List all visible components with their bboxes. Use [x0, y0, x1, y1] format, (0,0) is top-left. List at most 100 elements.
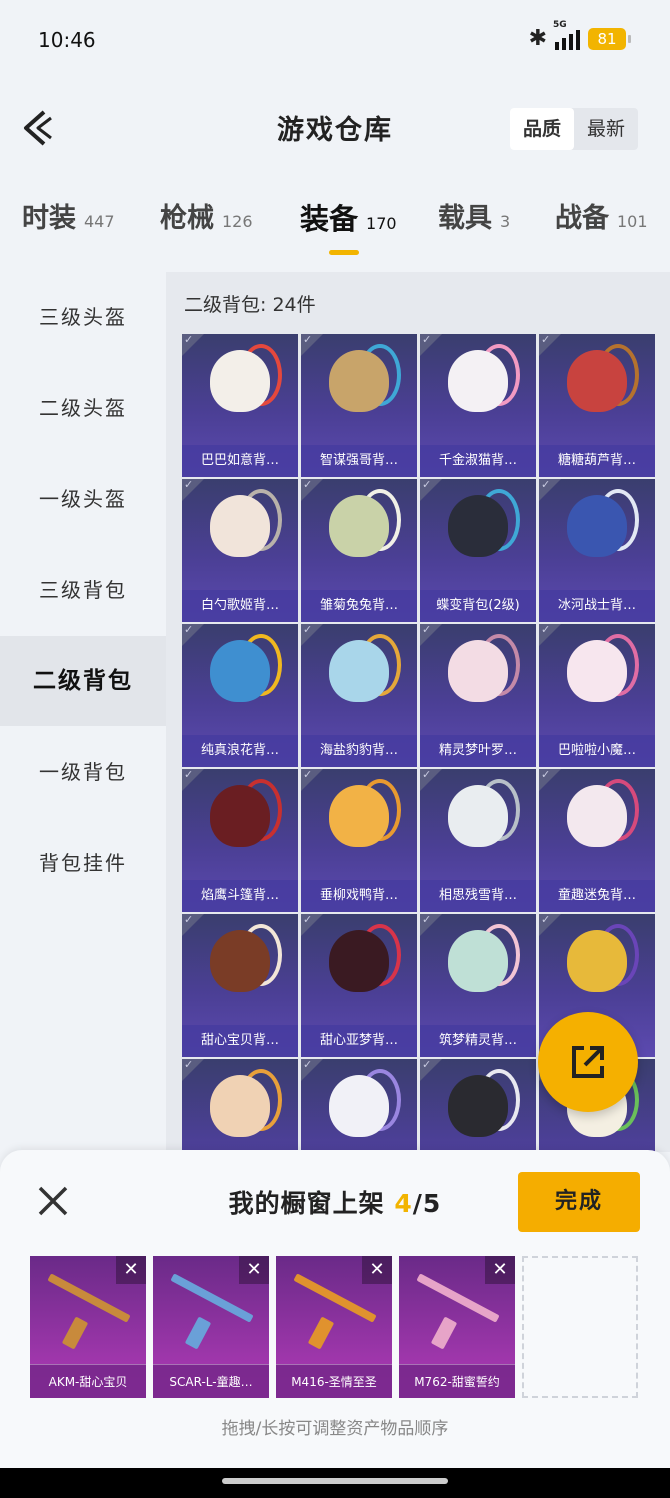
backpack-image [329, 495, 389, 557]
sidebar-item-level1-backpack[interactable]: 一级背包 [0, 727, 166, 817]
backpack-image [329, 785, 389, 847]
reorder-hint: 拖拽/长按可调整资产物品顺序 [221, 1419, 449, 1439]
sidebar-item-level3-helmet[interactable]: 三级头盔 [0, 272, 166, 362]
item-card[interactable]: 千金淑猫背… [420, 334, 536, 477]
item-card[interactable]: 糖糖葫芦背… [539, 334, 655, 477]
backpack-image [329, 1075, 389, 1137]
item-card[interactable]: 垂柳戏鸭背… [301, 769, 417, 912]
remove-icon[interactable]: ✕ [116, 1256, 146, 1284]
item-card[interactable] [301, 1059, 417, 1152]
check-corner-icon [539, 769, 561, 791]
backpack-image [448, 640, 508, 702]
item-card[interactable]: 纯真浪花背… [182, 624, 298, 767]
backpack-image [567, 930, 627, 992]
showcase-slot[interactable]: ✕ M762-甜蜜誓约 [399, 1256, 515, 1398]
done-button[interactable]: 完成 [518, 1172, 640, 1232]
check-corner-icon [182, 914, 204, 936]
item-name: 精灵梦叶罗… [420, 735, 536, 767]
item-name: 海盐豹豹背… [301, 735, 417, 767]
tab-count: 170 [366, 214, 397, 233]
item-card[interactable] [182, 1059, 298, 1152]
share-button[interactable] [538, 1012, 638, 1112]
item-card[interactable]: 焰鹰斗篷背… [182, 769, 298, 912]
active-tab-indicator [329, 250, 359, 255]
remove-icon[interactable]: ✕ [362, 1256, 392, 1284]
item-name: 甜心宝贝背… [182, 1025, 298, 1057]
sidebar-item-level2-helmet[interactable]: 二级头盔 [0, 363, 166, 453]
tab-label: 枪械 [160, 203, 214, 234]
item-card[interactable]: 相思残雪背… [420, 769, 536, 912]
remove-icon[interactable]: ✕ [485, 1256, 515, 1284]
item-name: 智谋强哥背… [301, 445, 417, 477]
item-card[interactable]: 巴巴如意背… [182, 334, 298, 477]
showcase-slot[interactable]: ✕ SCAR-L-童趣… [153, 1256, 269, 1398]
sidebar-item-backpack-charm[interactable]: 背包挂件 [0, 818, 166, 908]
backpack-image [448, 495, 508, 557]
item-card[interactable] [420, 1059, 536, 1152]
subcategory-sidebar: 三级头盔 二级头盔 一级头盔 三级背包 二级背包 一级背包 背包挂件 [0, 272, 166, 1152]
backpack-image [329, 350, 389, 412]
tab-label: 装备 [300, 202, 359, 236]
tab-firearms[interactable]: 枪械 126 [160, 196, 253, 235]
sidebar-item-level3-backpack[interactable]: 三级背包 [0, 545, 166, 635]
showcase-slot[interactable]: ✕ AKM-甜心宝贝 [30, 1256, 146, 1398]
item-card[interactable]: 蝶变背包(2级) [420, 479, 536, 622]
showcase-slot[interactable]: ✕ M416-圣情至圣 [276, 1256, 392, 1398]
home-indicator[interactable] [222, 1478, 448, 1484]
slot-name: M762-甜蜜誓约 [399, 1364, 515, 1398]
item-card[interactable]: 童趣迷兔背… [539, 769, 655, 912]
check-corner-icon [182, 334, 204, 356]
slot-name: AKM-甜心宝贝 [30, 1364, 146, 1398]
item-card[interactable]: 巴啦啦小魔… [539, 624, 655, 767]
check-corner-icon [420, 914, 442, 936]
item-card[interactable]: 甜心宝贝背… [182, 914, 298, 1057]
backpack-image [448, 930, 508, 992]
item-card[interactable]: 雏菊兔兔背… [301, 479, 417, 622]
item-card[interactable]: 筑梦精灵背… [420, 914, 536, 1057]
backpack-image [567, 785, 627, 847]
item-card[interactable]: 智谋强哥背… [301, 334, 417, 477]
item-name: 童趣迷兔背… [539, 880, 655, 912]
check-corner-icon [301, 334, 323, 356]
tab-equipment[interactable]: 装备 170 [300, 196, 397, 238]
item-name: 筑梦精灵背… [420, 1025, 536, 1057]
sidebar-item-level2-backpack[interactable]: 二级背包 [0, 636, 166, 726]
empty-showcase-slot[interactable] [522, 1256, 638, 1398]
item-name: 雏菊兔兔背… [301, 590, 417, 622]
item-card[interactable]: 海盐豹豹背… [301, 624, 417, 767]
check-corner-icon [182, 769, 204, 791]
system-nav-bar [0, 1468, 670, 1498]
check-corner-icon [301, 624, 323, 646]
backpack-image [567, 350, 627, 412]
check-corner-icon [420, 334, 442, 356]
item-name: 垂柳戏鸭背… [301, 880, 417, 912]
check-corner-icon [539, 624, 561, 646]
tab-label: 时装 [22, 203, 76, 234]
backpack-image [210, 350, 270, 412]
item-name: 甜心亚梦背… [301, 1025, 417, 1057]
backpack-image [210, 495, 270, 557]
sidebar-item-level1-helmet[interactable]: 一级头盔 [0, 454, 166, 544]
network-type: 5G [553, 19, 567, 30]
tab-vehicles[interactable]: 载具 3 [438, 196, 510, 235]
backpack-image [210, 785, 270, 847]
sort-newest-button[interactable]: 最新 [574, 108, 638, 150]
check-corner-icon [420, 479, 442, 501]
item-name: 蝶变背包(2级) [420, 590, 536, 622]
item-card[interactable]: 白勺歌姬背… [182, 479, 298, 622]
item-name: 焰鹰斗篷背… [182, 880, 298, 912]
remove-icon[interactable]: ✕ [239, 1256, 269, 1284]
sort-quality-button[interactable]: 品质 [510, 108, 574, 150]
check-corner-icon [301, 769, 323, 791]
check-corner-icon [420, 769, 442, 791]
tab-fashion[interactable]: 时装 447 [22, 196, 115, 235]
check-corner-icon [301, 1059, 323, 1081]
check-corner-icon [420, 624, 442, 646]
check-corner-icon [539, 479, 561, 501]
item-card[interactable]: 精灵梦叶罗… [420, 624, 536, 767]
share-icon [572, 1046, 604, 1078]
tab-combat-gear[interactable]: 战备 101 [555, 196, 648, 235]
item-card[interactable]: 冰河战士背… [539, 479, 655, 622]
showcase-slots: ✕ AKM-甜心宝贝 ✕ SCAR-L-童趣… ✕ M416-圣情至圣 ✕ M762-甜蜜誓约 [30, 1256, 638, 1398]
item-card[interactable]: 甜心亚梦背… [301, 914, 417, 1057]
